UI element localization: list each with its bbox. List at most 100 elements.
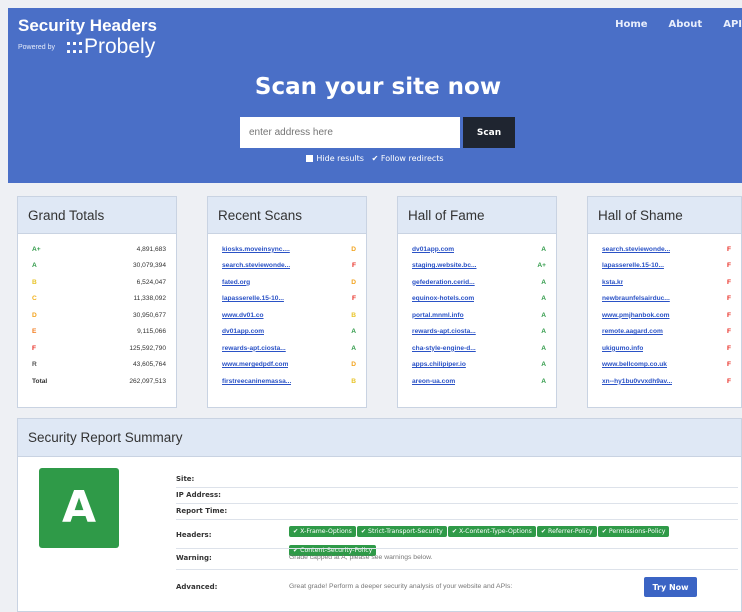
hall-of-shame-title: Hall of Shame [588, 197, 741, 234]
nav-home[interactable]: Home [615, 19, 647, 30]
try-now-button[interactable]: Try Now [644, 577, 697, 597]
grade-label: B [351, 311, 356, 319]
grade-label: F [726, 295, 731, 303]
grade-label: A [541, 328, 546, 336]
recent-scans-title: Recent Scans [208, 197, 366, 234]
scan-options: Hide results ✔ Follow redirects [8, 154, 742, 163]
grade-label: E [32, 328, 37, 336]
advanced-text: Great grade! Perform a deeper security a… [289, 583, 513, 590]
scan-row: www.dv01.co B [222, 307, 356, 324]
grade-count: 11,338,092 [133, 295, 166, 303]
site-link[interactable]: newbraunfelsairduc... [602, 295, 670, 302]
site-link[interactable]: www.pmjhanbok.com [602, 312, 670, 319]
report-time-label: Report Time: [176, 507, 228, 515]
divider [176, 487, 738, 488]
grand-total-row: A+ 4,891,683 [32, 241, 166, 258]
scan-row: www.pmjhanbok.com F [602, 307, 731, 324]
grand-total-row: A 30,079,394 [32, 258, 166, 275]
site-link[interactable]: dv01app.com [222, 328, 264, 335]
site-link[interactable]: rewards-apt.ciosta... [222, 345, 286, 352]
site-link[interactable]: firstreecaninemassa... [222, 378, 291, 385]
scan-row: lapasserelle.15-10... F [222, 291, 356, 308]
site-link[interactable]: xn--hy1bu0vvxdh9av... [602, 378, 672, 385]
scan-row: rewards-apt.ciosta... A [222, 340, 356, 357]
header-pill[interactable]: ✔ Strict-Transport-Security [356, 526, 447, 537]
site-link[interactable]: fated.org [222, 279, 250, 286]
grade-label: F [726, 328, 731, 336]
grade-label: B [351, 377, 356, 385]
grand-totals-title: Grand Totals [18, 197, 176, 234]
site-title[interactable]: Security Headers [18, 16, 157, 36]
hide-results-checkbox[interactable] [306, 155, 314, 162]
site-link[interactable]: ukigumo.info [602, 345, 643, 352]
header-pill[interactable]: ✔ X-Content-Type-Options [447, 526, 536, 537]
scan-button[interactable]: Scan [463, 117, 515, 148]
grade-label: D [351, 245, 356, 253]
grade-badge: A [39, 468, 119, 548]
site-link[interactable]: www.bellcomp.co.uk [602, 361, 667, 368]
site-link[interactable]: www.dv01.co [222, 312, 264, 319]
hide-results-label[interactable]: Hide results [316, 154, 364, 163]
site-link[interactable]: cha-style-engine-d... [412, 345, 476, 352]
grade-label: D [351, 361, 356, 369]
grade-label: F [351, 262, 356, 270]
top-nav: Home About API [594, 19, 742, 30]
site-link[interactable]: apps.chilipiper.io [412, 361, 466, 368]
site-link[interactable]: staging.website.bc... [412, 262, 477, 269]
grand-total-row: C 11,338,092 [32, 291, 166, 308]
warning-label: Warning: [176, 554, 212, 562]
site-link[interactable]: www.mergedpdf.com [222, 361, 288, 368]
grade-label: F [726, 278, 731, 286]
grade-count: 30,950,677 [132, 311, 166, 319]
probely-logo[interactable]: :::Probely [65, 35, 155, 59]
probely-dots-icon: ::: [65, 35, 84, 58]
grand-total-row: F 125,592,790 [32, 340, 166, 357]
grade-label: F [351, 295, 356, 303]
header-pill[interactable]: ✔ X-Frame-Options [289, 526, 356, 537]
divider [176, 503, 738, 504]
site-link[interactable]: ksta.kr [602, 279, 623, 286]
nav-api[interactable]: API [723, 19, 742, 30]
scan-row: gefederation.cerid... A [412, 274, 546, 291]
scan-row: newbraunfelsairduc... F [602, 291, 731, 308]
scan-url-input[interactable] [240, 117, 460, 148]
grade-label: A [541, 295, 546, 303]
site-link[interactable]: search.steviewonde... [222, 262, 290, 269]
scan-row: remote.aagard.com F [602, 324, 731, 341]
nav-about[interactable]: About [669, 19, 703, 30]
site-link[interactable]: areon-ua.com [412, 378, 455, 385]
grand-total-row: R 43,605,764 [32, 357, 166, 374]
site-link[interactable]: portal.mnml.info [412, 312, 464, 319]
hall-of-fame-card: Hall of Fame dv01app.com Astaging.website… [397, 196, 557, 408]
headers-label: Headers: [176, 531, 212, 539]
site-link[interactable]: gefederation.cerid... [412, 279, 475, 286]
grade-label: A [541, 344, 546, 352]
divider [176, 569, 738, 570]
site-link[interactable]: rewards-apt.ciosta... [412, 328, 476, 335]
scan-row: cha-style-engine-d... A [412, 340, 546, 357]
site-link[interactable]: dv01app.com [412, 246, 454, 253]
probely-logo-text: Probely [83, 35, 156, 58]
scan-row: ukigumo.info F [602, 340, 731, 357]
scan-row: www.bellcomp.co.uk F [602, 357, 731, 374]
grand-total-row: B 6,524,047 [32, 274, 166, 291]
site-link[interactable]: remote.aagard.com [602, 328, 663, 335]
grade-label: F [726, 262, 731, 270]
site-link[interactable]: kiosks.moveinsync.... [222, 246, 290, 253]
grand-total-row: D 30,950,677 [32, 307, 166, 324]
follow-redirects-checkbox[interactable]: ✔ Follow redirects [372, 154, 444, 163]
header-pill[interactable]: ✔ Referrer-Policy [536, 526, 597, 537]
scan-row: dv01app.com A [412, 241, 546, 258]
security-report-summary: Security Report Summary A Site: IP Addre… [17, 418, 742, 612]
grade-count: 4,891,683 [136, 245, 166, 253]
grade-label: D [351, 278, 356, 286]
site-link[interactable]: lapasserelle.15-10... [222, 295, 284, 302]
header-pill[interactable]: ✔ Permissions-Policy [597, 526, 670, 537]
site-link[interactable]: lapasserelle.15-10... [602, 262, 664, 269]
site-link[interactable]: equinox-hotels.com [412, 295, 474, 302]
site-link[interactable]: search.steviewonde... [602, 246, 670, 253]
grade-count: 43,605,764 [132, 361, 166, 369]
grade-label: A [351, 328, 356, 336]
grade-count: 125,592,790 [129, 344, 166, 352]
grade-count: 30,079,394 [132, 262, 166, 270]
